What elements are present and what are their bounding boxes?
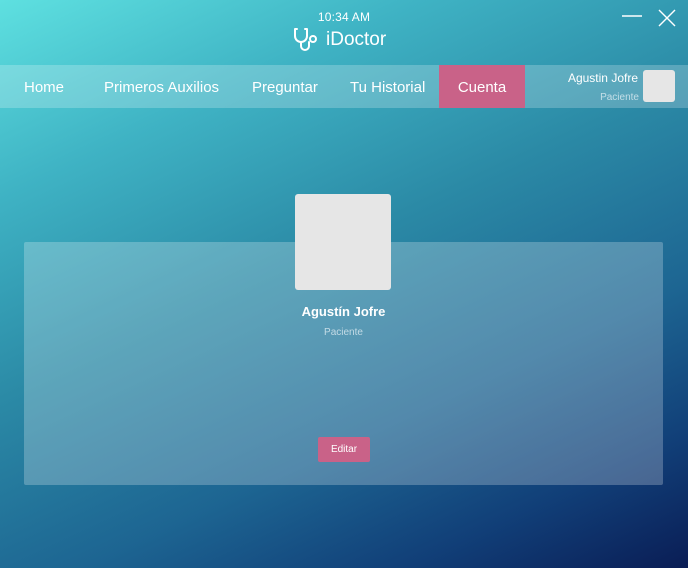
nav-cuenta[interactable]: Cuenta [439, 65, 525, 108]
nav-user-avatar[interactable] [643, 70, 675, 102]
clock: 10:34 AM [317, 10, 371, 24]
close-button[interactable] [655, 8, 679, 28]
profile-role: Paciente [324, 327, 363, 338]
edit-profile-button[interactable]: Editar [318, 437, 370, 462]
title-bar: 10:34 AM iDoctor [0, 0, 688, 64]
minimize-icon [622, 15, 642, 17]
minimize-button[interactable] [620, 8, 644, 28]
nav-tu-historial[interactable]: Tu Historial [350, 65, 425, 108]
close-icon [658, 9, 676, 27]
profile-avatar [295, 194, 391, 290]
main-nav: Home Primeros Auxilios Preguntar Tu Hist… [0, 65, 688, 108]
nav-home[interactable]: Home [24, 65, 64, 108]
nav-preguntar[interactable]: Preguntar [252, 65, 318, 108]
nav-user-name: Agustin Jofre [567, 71, 638, 85]
profile-name: Agustín Jofre [301, 304, 386, 319]
nav-primeros-auxilios[interactable]: Primeros Auxilios [104, 65, 219, 108]
nav-user-role: Paciente [600, 92, 639, 103]
app-brand: iDoctor [292, 26, 386, 54]
stethoscope-icon [294, 28, 317, 51]
app-title: iDoctor [326, 29, 387, 50]
